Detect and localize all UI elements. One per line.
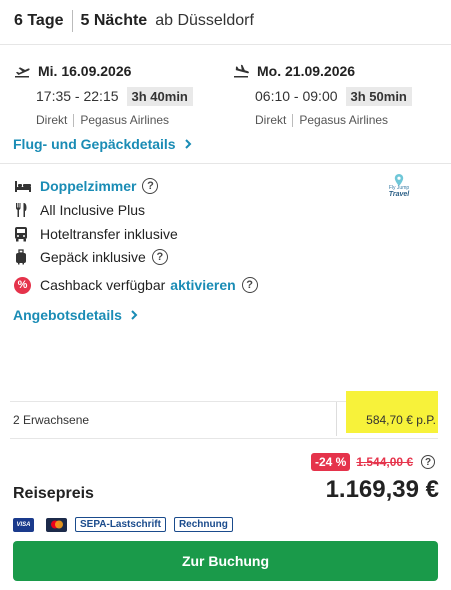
feature-room: Doppelzimmer ? [14, 176, 159, 196]
help-icon[interactable]: ? [421, 455, 436, 469]
outbound-times-row: 17:35 - 22:15 3h 40min [14, 85, 193, 107]
outbound-airline-row: Direkt Pegasus Airlines [36, 113, 193, 127]
help-icon[interactable]: ? [241, 277, 258, 293]
cashback-percent-icon: % [14, 276, 34, 294]
luggage-text: Gepäck inklusive [40, 249, 146, 265]
trip-days: 6 Tage [14, 12, 64, 29]
outbound-date: Mi. 16.09.2026 [38, 63, 132, 79]
outbound-times: 17:35 - 22:15 [36, 88, 119, 104]
airline-divider [73, 113, 75, 127]
inbound-times: 06:10 - 09:00 [255, 88, 338, 104]
inbound-leg: Mo. 21.09.2026 06:10 - 09:00 3h 50min Di… [233, 61, 412, 127]
room-type-link[interactable]: Doppelzimmer [40, 178, 136, 194]
bus-icon [14, 226, 34, 242]
inbound-date: Mo. 21.09.2026 [257, 63, 356, 79]
discount-row: -24 % 1.544,00 € ? [311, 453, 436, 471]
board-type: All Inclusive Plus [40, 202, 146, 218]
divider [10, 438, 438, 439]
outbound-leg: Mi. 16.09.2026 17:35 - 22:15 3h 40min Di… [14, 61, 193, 127]
offer-details-label: Angebotsdetails [13, 307, 122, 323]
chevron-right-icon [131, 310, 138, 320]
trip-header: 6 Tage 5 Nächte ab Düsseldorf [14, 8, 254, 34]
total-label: Reisepreis [13, 485, 94, 502]
travellers-label: 2 Erwachsene [13, 413, 90, 427]
feature-transfer: Hoteltransfer inklusive [14, 224, 178, 244]
feature-luggage: Gepäck inklusive ? [14, 247, 168, 267]
flight-details-label: Flug- und Gepäckdetails [13, 136, 176, 152]
total-price: 1.169,39 € [325, 476, 439, 503]
outbound-duration-badge: 3h 40min [126, 86, 193, 106]
feature-cashback: % Cashback verfügbar aktivieren ? [14, 275, 258, 295]
inbound-type: Direkt [255, 113, 287, 127]
help-icon[interactable]: ? [142, 178, 159, 194]
cashback-activate-link[interactable]: aktivieren [170, 277, 235, 293]
outbound-type: Direkt [36, 113, 68, 127]
provider-logo-line2: Travel [388, 191, 410, 198]
departure-airport: ab Düsseldorf [155, 12, 254, 29]
chevron-right-icon [184, 139, 192, 149]
trip-nights: 5 Nächte [80, 12, 148, 29]
divider [0, 44, 451, 45]
payment-methods: VISA SEPA-Lastschrift Rechnung [13, 517, 233, 532]
provider-logo: Fly Jump Travel [384, 174, 414, 200]
outbound-date-row: Mi. 16.09.2026 [14, 61, 193, 81]
plane-takeoff-icon [15, 67, 30, 78]
bed-icon [14, 179, 34, 193]
invoice-badge: Rechnung [173, 517, 233, 532]
divider [336, 402, 337, 436]
feature-board: All Inclusive Plus [14, 200, 145, 220]
cashback-text: Cashback verfügbar [40, 277, 166, 293]
help-icon[interactable]: ? [151, 249, 168, 265]
inbound-times-row: 06:10 - 09:00 3h 50min [233, 85, 412, 107]
mastercard-icon [46, 517, 67, 532]
book-button[interactable]: Zur Buchung [13, 541, 438, 581]
inbound-date-row: Mo. 21.09.2026 [233, 61, 412, 81]
sepa-badge: SEPA-Lastschrift [75, 517, 166, 532]
offer-card: 6 Tage 5 Nächte ab Düsseldorf Mi. 16.09.… [0, 0, 451, 590]
inbound-airline-row: Direkt Pegasus Airlines [255, 113, 412, 127]
visa-icon: VISA [13, 517, 34, 532]
transfer-text: Hoteltransfer inklusive [40, 226, 178, 242]
inbound-duration-badge: 3h 50min [345, 86, 412, 106]
offer-details-link[interactable]: Angebotsdetails [13, 305, 140, 325]
cutlery-icon [14, 202, 34, 218]
airline-divider [292, 113, 294, 127]
header-divider [71, 10, 73, 32]
outbound-airline: Pegasus Airlines [80, 113, 170, 127]
inbound-airline: Pegasus Airlines [299, 113, 389, 127]
divider [0, 163, 451, 164]
price-per-person: 584,70 € p.P. [366, 413, 436, 427]
luggage-icon [14, 249, 34, 265]
flight-details-link[interactable]: Flug- und Gepäckdetails [13, 134, 194, 154]
old-price: 1.544,00 € [356, 455, 414, 469]
plane-landing-icon [234, 64, 249, 78]
discount-badge: -24 % [311, 453, 351, 471]
